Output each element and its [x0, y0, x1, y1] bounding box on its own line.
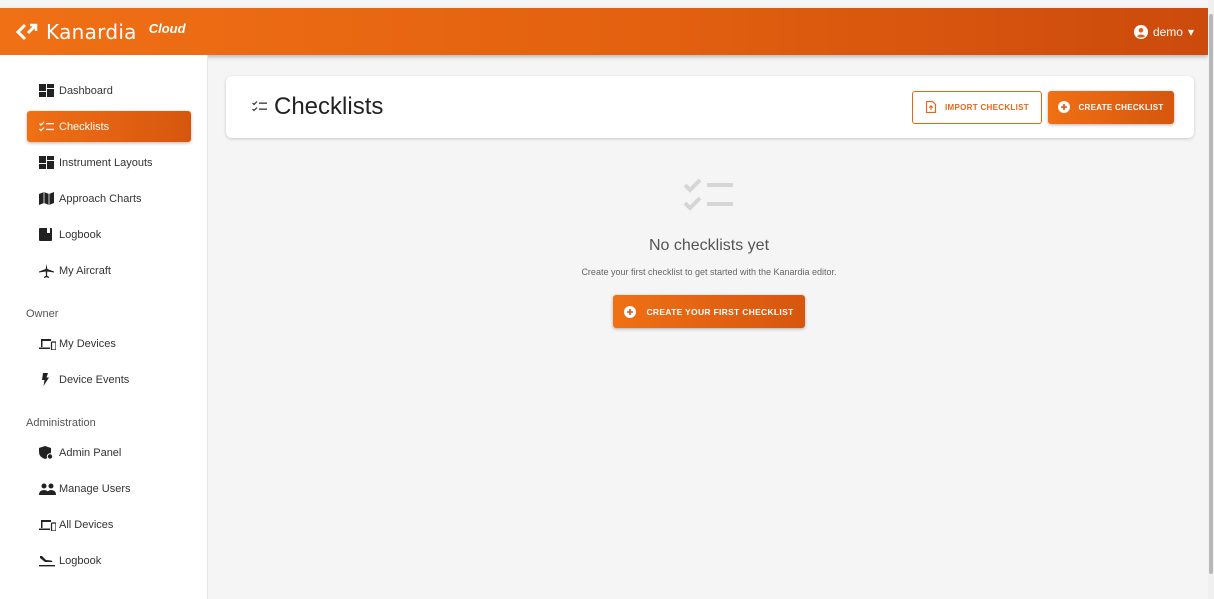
- sidebar-item-checklists[interactable]: Checklists: [27, 111, 191, 142]
- dashboard-icon: [39, 156, 57, 170]
- sidebar-item-my-aircraft[interactable]: My Aircraft: [27, 255, 191, 286]
- sidebar-item-manage-users[interactable]: Manage Users: [27, 473, 191, 504]
- user-name: demo: [1152, 24, 1183, 39]
- empty-state-subtitle: Create your first checklist to get start…: [581, 267, 837, 277]
- sidebar-item-label: All Devices: [59, 518, 114, 531]
- sidebar-item-label: Manage Users: [59, 482, 131, 495]
- file-upload-icon: [925, 101, 937, 113]
- header-actions: IMPORT CHECKLIST CREATE CHECKLIST: [912, 90, 1174, 124]
- checklist-empty-icon: [683, 178, 733, 211]
- admin-shield-icon: [39, 445, 57, 460]
- map-icon: [39, 192, 57, 206]
- sidebar-item-label: Instrument Layouts: [59, 156, 153, 169]
- sidebar-item-label: My Aircraft: [59, 264, 111, 277]
- devices-icon: [39, 337, 57, 351]
- page-header-card: Checklists IMPORT CHECKLIST CREATE CHECK…: [226, 76, 1194, 138]
- dashboard-icon: [39, 84, 57, 98]
- section-title-administration: Administration: [26, 417, 96, 429]
- bolt-icon: [39, 373, 57, 387]
- sidebar: Dashboard Checklists Instrument Layouts …: [0, 55, 208, 599]
- airplane-icon: [39, 263, 57, 278]
- sidebar-item-device-events[interactable]: Device Events: [27, 364, 191, 395]
- book-icon: [39, 228, 57, 242]
- users-icon: [39, 482, 57, 496]
- sidebar-item-label: Logbook: [59, 228, 102, 241]
- sidebar-item-my-devices[interactable]: My Devices: [27, 328, 191, 359]
- page-title-text: Checklists: [274, 93, 384, 120]
- account-circle-icon: [1133, 24, 1148, 39]
- import-checklist-button[interactable]: IMPORT CHECKLIST: [912, 90, 1042, 124]
- sidebar-item-label: Admin Panel: [59, 446, 122, 459]
- brand-suffix: Cloud: [148, 21, 186, 36]
- create-checklist-label: CREATE CHECKLIST: [1078, 102, 1164, 112]
- add-circle-icon: [1058, 101, 1071, 113]
- checklist-icon: [252, 101, 267, 112]
- sidebar-item-label: Dashboard: [59, 84, 113, 97]
- kanardia-logo-icon: [16, 23, 38, 40]
- sidebar-item-dashboard[interactable]: Dashboard: [27, 75, 191, 106]
- create-first-checklist-label: CREATE YOUR FIRST CHECKLIST: [646, 306, 794, 317]
- sidebar-item-label: Device Events: [59, 373, 130, 386]
- sidebar-item-logbook[interactable]: Logbook: [27, 219, 191, 250]
- sidebar-item-instrument-layouts[interactable]: Instrument Layouts: [27, 147, 191, 178]
- top-app-bar: Kanardia Cloud demo ▾: [0, 8, 1208, 55]
- create-first-checklist-button[interactable]: CREATE YOUR FIRST CHECKLIST: [613, 295, 805, 328]
- empty-state: No checklists yet Create your first chec…: [208, 175, 1210, 328]
- empty-state-title: No checklists yet: [648, 237, 770, 254]
- brand-name: Kanardia: [46, 19, 137, 44]
- add-circle-icon: [624, 305, 637, 318]
- brand[interactable]: Kanardia Cloud: [16, 20, 186, 44]
- sidebar-item-label: Logbook: [59, 554, 102, 567]
- sidebar-item-label: My Devices: [59, 337, 116, 350]
- import-checklist-label: IMPORT CHECKLIST: [945, 102, 1029, 112]
- sidebar-item-label: Approach Charts: [59, 192, 142, 205]
- sidebar-item-admin-panel[interactable]: Admin Panel: [27, 437, 191, 468]
- user-menu[interactable]: demo ▾: [1133, 24, 1194, 39]
- sidebar-item-all-devices[interactable]: All Devices: [27, 509, 191, 540]
- checklist-icon: [39, 120, 57, 134]
- sidebar-item-approach-charts[interactable]: Approach Charts: [27, 183, 191, 214]
- page-title: Checklists: [252, 93, 383, 121]
- chevron-down-icon: ▾: [1187, 24, 1194, 39]
- sidebar-item-label: Checklists: [59, 120, 110, 133]
- devices-icon: [39, 518, 57, 532]
- create-checklist-button[interactable]: CREATE CHECKLIST: [1048, 90, 1174, 124]
- flight-land-icon: [39, 554, 57, 568]
- section-title-owner: Owner: [26, 308, 59, 320]
- sidebar-item-admin-logbook[interactable]: Logbook: [27, 545, 191, 576]
